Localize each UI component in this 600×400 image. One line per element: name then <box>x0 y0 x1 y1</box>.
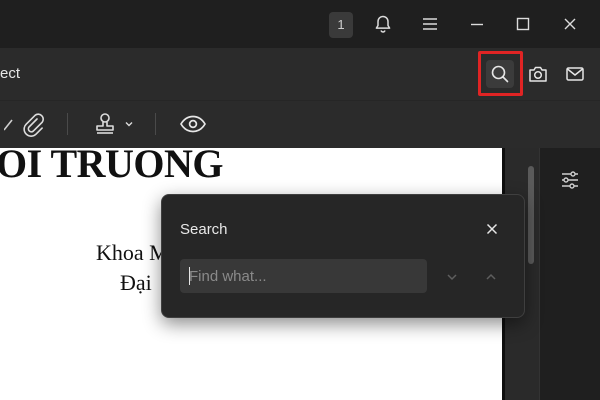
menu-icon[interactable] <box>418 12 442 36</box>
mail-icon[interactable] <box>561 60 589 88</box>
close-icon[interactable] <box>482 219 502 239</box>
notification-count-badge[interactable]: 1 <box>329 12 353 38</box>
document-text-line: Đại <box>120 270 152 295</box>
attachment-icon[interactable] <box>20 108 46 140</box>
maximize-icon[interactable] <box>511 12 535 36</box>
chevron-down-icon[interactable] <box>121 108 137 140</box>
toolbar <box>0 100 600 149</box>
chevron-up-icon[interactable] <box>481 267 501 287</box>
scrollbar-thumb[interactable] <box>528 166 534 264</box>
camera-icon[interactable] <box>524 60 552 88</box>
search-button-highlight <box>478 51 523 96</box>
toolbar-divider <box>155 113 156 135</box>
search-panel-title: Search <box>180 221 228 238</box>
eye-icon[interactable] <box>178 108 208 140</box>
document-heading: OI TRUONG <box>0 148 224 186</box>
chevron-down-icon[interactable] <box>442 267 462 287</box>
document-title: ect <box>0 65 21 82</box>
sliders-settings-icon[interactable] <box>558 168 582 192</box>
text-caret <box>189 267 190 285</box>
title-bar: 1 <box>0 0 600 48</box>
minimize-icon[interactable] <box>465 12 489 36</box>
search-popover: Search <box>161 194 525 318</box>
toolbar-divider <box>67 113 68 135</box>
document-text-line: Khoa M <box>96 240 169 265</box>
close-icon[interactable] <box>558 12 582 36</box>
search-input[interactable] <box>180 259 427 293</box>
stamp-icon[interactable] <box>91 108 119 140</box>
bell-icon[interactable] <box>371 12 395 36</box>
